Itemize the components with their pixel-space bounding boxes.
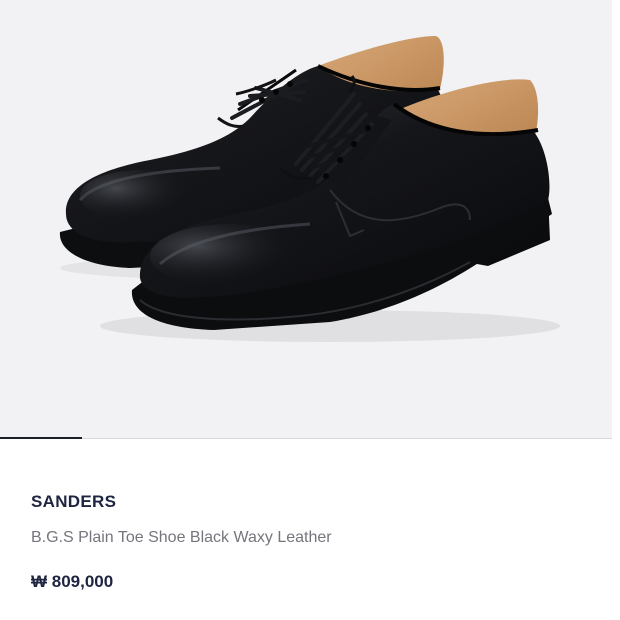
product-title[interactable]: B.G.S Plain Toe Shoe Black Waxy Leather [31, 529, 332, 547]
product-image[interactable] [0, 0, 612, 438]
gallery-progress-track [0, 438, 612, 439]
brand-name[interactable]: SANDERS [31, 492, 116, 512]
shoe-photo-icon [59, 36, 560, 342]
product-price: ₩ 809,000 [31, 572, 114, 591]
gallery-progress-indicator [0, 437, 82, 439]
product-card[interactable]: SANDERS B.G.S Plain Toe Shoe Black Waxy … [0, 0, 620, 620]
